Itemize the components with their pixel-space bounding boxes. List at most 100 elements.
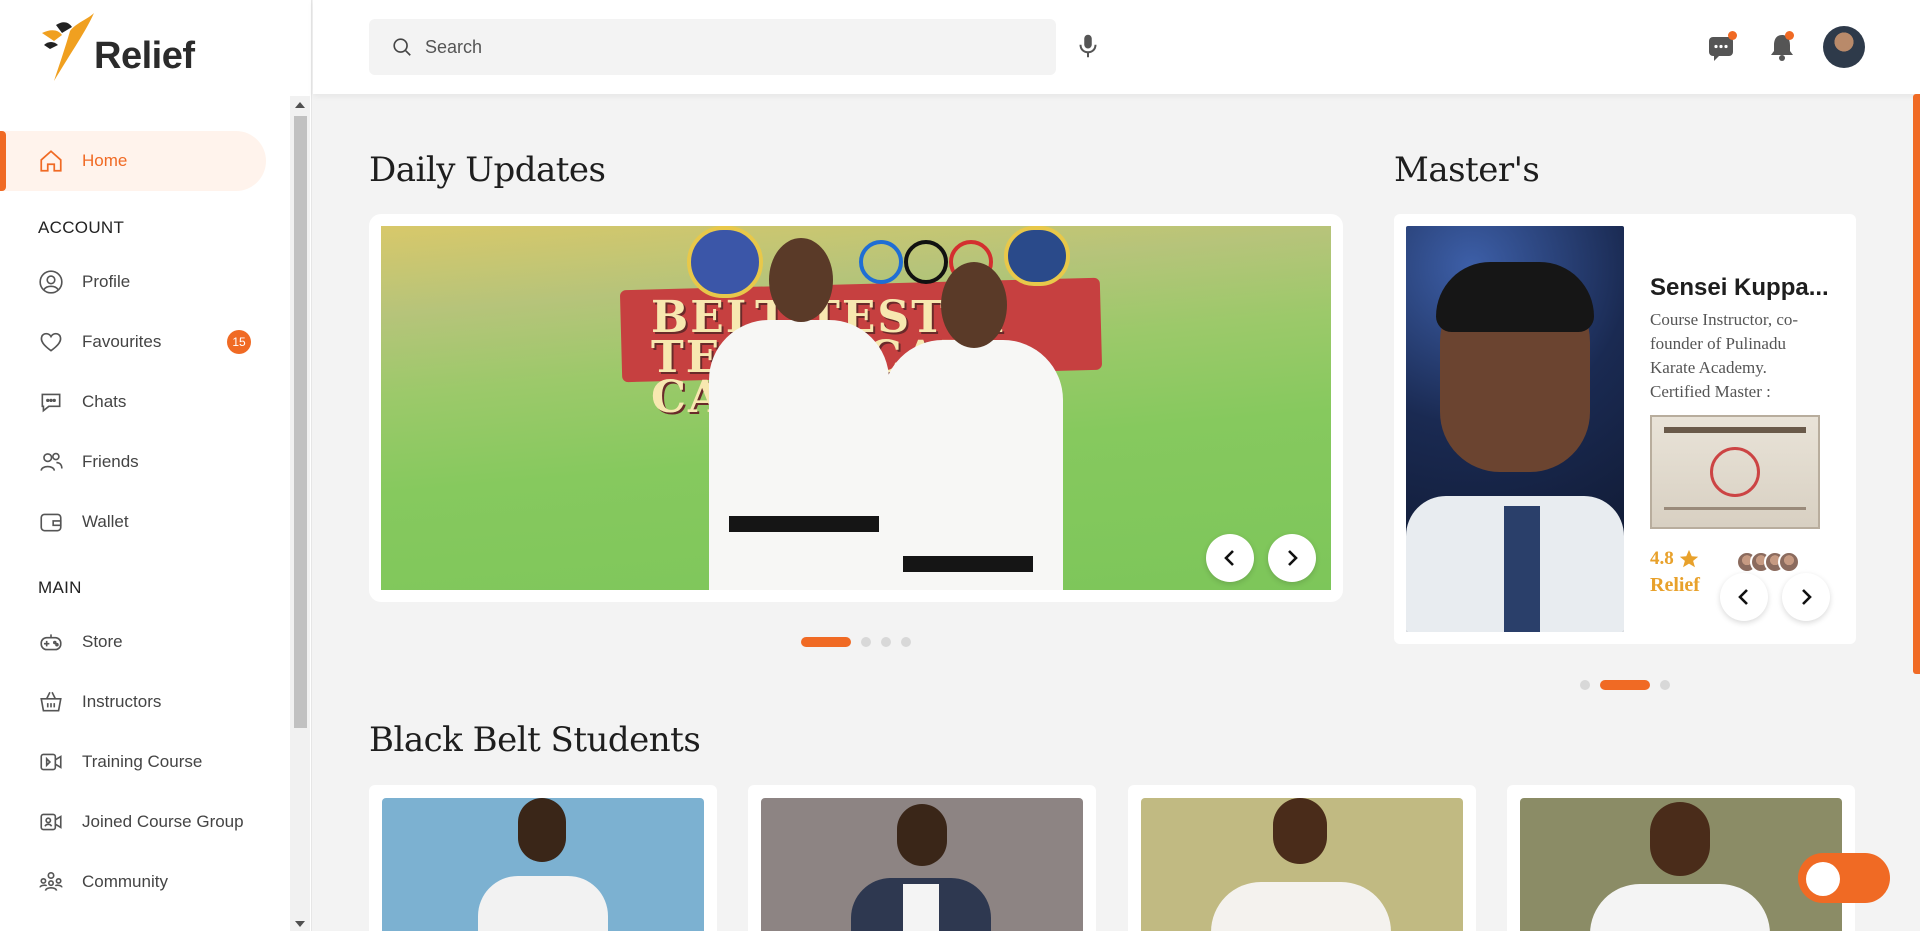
nav-menu: Home ACCOUNT Profile Favourites 15 Chats — [0, 96, 290, 931]
sidebar-item-label: Instructors — [82, 692, 162, 711]
chevron-right-icon — [1802, 589, 1812, 605]
certificate-header — [1664, 427, 1806, 433]
person-left — [709, 320, 889, 590]
messages-button[interactable] — [1704, 30, 1738, 64]
master-next-button[interactable] — [1782, 573, 1830, 621]
student-card[interactable] — [369, 785, 717, 931]
sidebar-scrollbar[interactable] — [290, 96, 310, 931]
section-label-account: ACCOUNT — [38, 218, 125, 237]
home-icon — [38, 148, 64, 174]
student-body — [478, 876, 608, 931]
student-card[interactable] — [748, 785, 1096, 931]
master-certificate-image[interactable] — [1650, 415, 1820, 529]
user-avatar[interactable] — [1823, 26, 1865, 68]
sidebar-item-profile[interactable]: Profile — [0, 252, 266, 312]
notifications-button[interactable] — [1765, 30, 1799, 64]
master-hair — [1436, 262, 1594, 332]
master-pagination — [1580, 680, 1670, 690]
emblem-right — [1004, 226, 1070, 286]
banner-next-button[interactable] — [1268, 534, 1316, 582]
person-left-belt — [729, 516, 879, 532]
toggle-knob — [1806, 862, 1840, 896]
sidebar-item-label: Community — [82, 872, 168, 891]
chevron-left-icon — [1738, 589, 1748, 605]
certificate-seal — [1710, 447, 1760, 497]
search-input[interactable] — [425, 36, 1025, 58]
heart-icon — [38, 329, 64, 355]
master-tag: Relief — [1650, 574, 1700, 596]
student-card[interactable] — [1128, 785, 1476, 931]
chat-icon — [38, 389, 64, 415]
microphone-icon[interactable] — [1073, 31, 1103, 61]
pagination-dot-active[interactable] — [1600, 680, 1650, 690]
community-icon — [38, 869, 64, 895]
chevron-left-icon — [1224, 550, 1234, 566]
sidebar-item-home[interactable]: Home — [0, 131, 266, 191]
sidebar-item-wallet[interactable]: Wallet — [0, 492, 266, 552]
sidebar-item-instructors[interactable]: Instructors — [0, 672, 266, 732]
logo-icon — [42, 13, 94, 81]
person-right-belt — [903, 556, 1033, 572]
student-head — [1273, 798, 1327, 864]
wallet-icon — [38, 509, 64, 535]
pagination-dot[interactable] — [881, 637, 891, 647]
sidebar-item-label: Chats — [82, 392, 127, 411]
gamepad-icon — [38, 629, 64, 655]
theme-toggle[interactable] — [1798, 853, 1890, 903]
pagination-dot[interactable] — [1660, 680, 1670, 690]
scroll-down-arrow-icon[interactable] — [295, 921, 305, 927]
user-circle-icon — [38, 269, 64, 295]
student-body — [1590, 884, 1770, 931]
sidebar-item-store[interactable]: Store — [0, 612, 266, 672]
student-head — [1650, 802, 1710, 876]
sidebar-item-label: Profile — [82, 272, 131, 291]
master-prev-button[interactable] — [1720, 573, 1768, 621]
masters-title: Master's — [1394, 150, 1540, 190]
certificate-line — [1664, 507, 1806, 510]
pagination-dot[interactable] — [901, 637, 911, 647]
sidebar-item-label: Friends — [82, 452, 139, 471]
sidebar-item-community[interactable]: Community — [0, 852, 266, 912]
sidebar-item-training-course[interactable]: Training Course — [0, 732, 266, 792]
favourites-count-badge: 15 — [227, 330, 251, 354]
search-icon — [393, 38, 411, 56]
rating-value: 4.8 — [1650, 548, 1674, 569]
sidebar-item-joined-course-group[interactable]: Joined Course Group — [0, 792, 266, 852]
friends-icon — [38, 449, 64, 475]
sidebar-item-chats[interactable]: Chats — [0, 372, 266, 432]
person-left-head — [769, 238, 833, 322]
daily-updates-banner-image[interactable]: BELT TEST & TECHNICAL CAMP — [381, 226, 1331, 590]
pagination-dot[interactable] — [1580, 680, 1590, 690]
pagination-dot-active[interactable] — [801, 637, 851, 647]
messages-notification-dot — [1728, 31, 1737, 40]
daily-updates-title: Daily Updates — [369, 150, 606, 190]
master-tie — [1504, 506, 1540, 632]
master-rating: 4.8 — [1650, 548, 1700, 570]
student-photo — [1141, 798, 1463, 931]
student-head — [518, 798, 566, 862]
video-icon — [38, 749, 64, 775]
student-avatars-group — [1736, 551, 1800, 573]
master-description: Course Instructor, co-founder of Pulinad… — [1650, 310, 1799, 401]
sidebar-item-favourites[interactable]: Favourites 15 — [0, 312, 266, 372]
banner-prev-button[interactable] — [1206, 534, 1254, 582]
student-head — [897, 804, 947, 866]
sidebar-item-label: Store — [82, 632, 123, 651]
logo-text: Relief — [94, 34, 195, 77]
search-bar[interactable] — [369, 19, 1056, 75]
sidebar: Relief Home ACCOUNT Profile Favourites 1… — [0, 0, 312, 931]
scroll-up-arrow-icon[interactable] — [295, 102, 305, 108]
emblem-left — [687, 226, 763, 298]
pagination-dot[interactable] — [861, 637, 871, 647]
scrollbar-thumb[interactable] — [294, 116, 307, 728]
logo[interactable]: Relief — [32, 10, 232, 88]
page-scroll-indicator[interactable] — [1913, 94, 1920, 674]
chevron-right-icon — [1288, 550, 1298, 566]
sidebar-item-label: Joined Course Group — [82, 812, 244, 831]
student-photo — [1520, 798, 1842, 931]
master-photo — [1406, 226, 1624, 632]
student-shirt — [903, 884, 939, 931]
student-card[interactable] — [1507, 785, 1855, 931]
basket-icon — [38, 689, 64, 715]
sidebar-item-friends[interactable]: Friends — [0, 432, 266, 492]
